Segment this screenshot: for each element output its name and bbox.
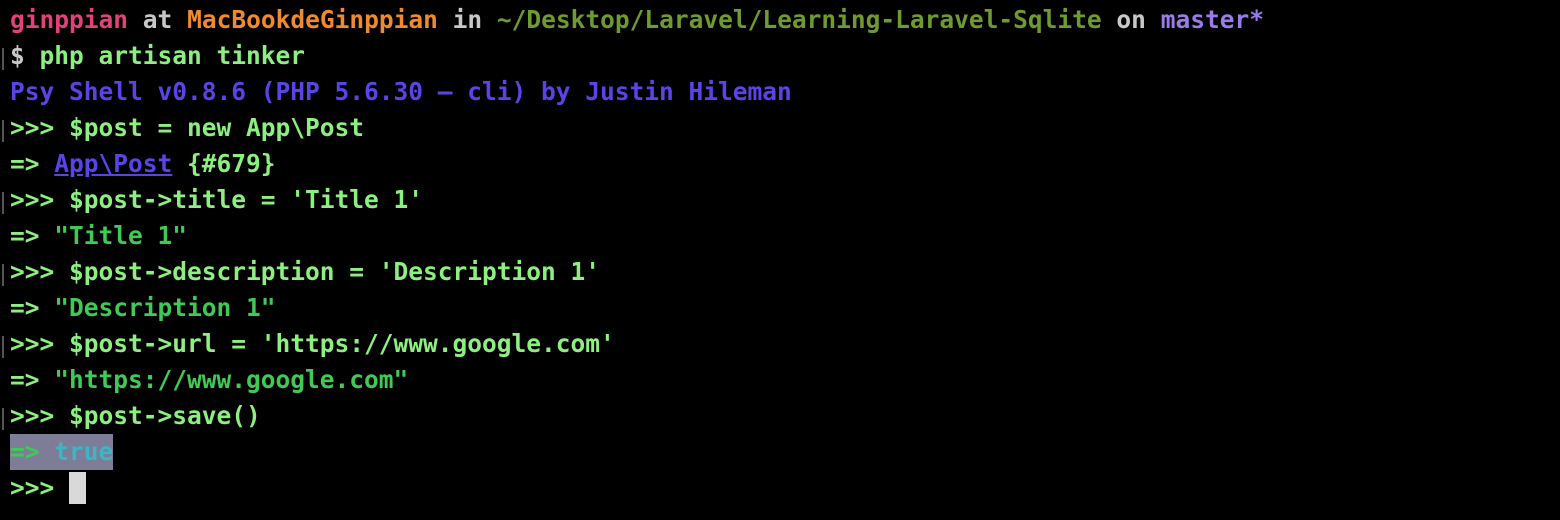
line-marker [2,192,4,214]
result-string: "Title 1" [54,221,188,250]
result-boolean: true [54,437,114,466]
shell-dollar: $ [10,41,40,70]
repl-input: $post = new App\Post [69,113,365,142]
repl-prompt: >>> [10,185,70,214]
repl-output-line: => "https://www.google.com" [10,362,1560,398]
line-marker [2,48,4,70]
repl-input: $post->url = 'https://www.google.com' [69,329,615,358]
prompt-branch: master* [1160,5,1264,34]
prompt-at: at [142,5,173,34]
result-arrow: => [10,293,55,322]
repl-output-line: => "Title 1" [10,218,1560,254]
class-link[interactable]: App\Post [54,149,172,178]
text-selection[interactable]: => true [10,434,114,470]
repl-input-line: >>> $post->save() [2,398,1560,434]
result-arrow: => [10,221,55,250]
result-string: "https://www.google.com" [54,365,409,394]
line-marker [2,264,4,286]
repl-output-line-selected: => true [10,434,1560,470]
repl-output-line: => "Description 1" [10,290,1560,326]
repl-input-line: >>> $post->description = 'Description 1' [2,254,1560,290]
banner-text: Psy Shell v0.8.6 (PHP 5.6.30 — cli) by J… [10,77,792,106]
repl-input-line: >>> $post->url = 'https://www.google.com… [2,326,1560,362]
repl-active-line[interactable]: >>> [10,470,1560,506]
result-arrow: => [10,365,55,394]
repl-prompt: >>> [10,473,70,502]
result-arrow: => [10,149,55,178]
prompt-on: on [1116,5,1146,34]
terminal-window[interactable]: ginppian at MacBookdeGinppian in ~/Deskt… [0,0,1560,520]
repl-output-line: => App\Post {#679} [10,146,1560,182]
repl-input-line: >>> $post->title = 'Title 1' [2,182,1560,218]
line-marker [2,120,4,142]
shell-command-line: $ php artisan tinker [2,38,1560,74]
result-string: "Description 1" [54,293,276,322]
prompt-host: MacBookdeGinppian [187,5,438,34]
repl-prompt: >>> [10,401,70,430]
repl-prompt: >>> [10,257,70,286]
repl-input: $post->save() [69,401,261,430]
repl-input-line: >>> $post = new App\Post [2,110,1560,146]
result-arrow: => [10,437,55,466]
repl-prompt: >>> [10,329,70,358]
prompt-path: ~/Desktop/Laravel/Learning-Laravel-Sqlit… [496,5,1102,34]
line-marker [2,336,4,358]
prompt-in: in [452,5,483,34]
shell-prompt-line: ginppian at MacBookdeGinppian in ~/Deskt… [10,2,1560,38]
repl-prompt: >>> [10,113,70,142]
repl-input: $post->title = 'Title 1' [69,185,424,214]
text-cursor[interactable] [69,472,87,504]
repl-input: $post->description = 'Description 1' [69,257,601,286]
line-marker [2,408,4,430]
prompt-user: ginppian [10,5,129,34]
psysh-banner: Psy Shell v0.8.6 (PHP 5.6.30 — cli) by J… [10,74,1560,110]
shell-command: php artisan tinker [39,41,306,70]
object-id: {#679} [172,149,276,178]
